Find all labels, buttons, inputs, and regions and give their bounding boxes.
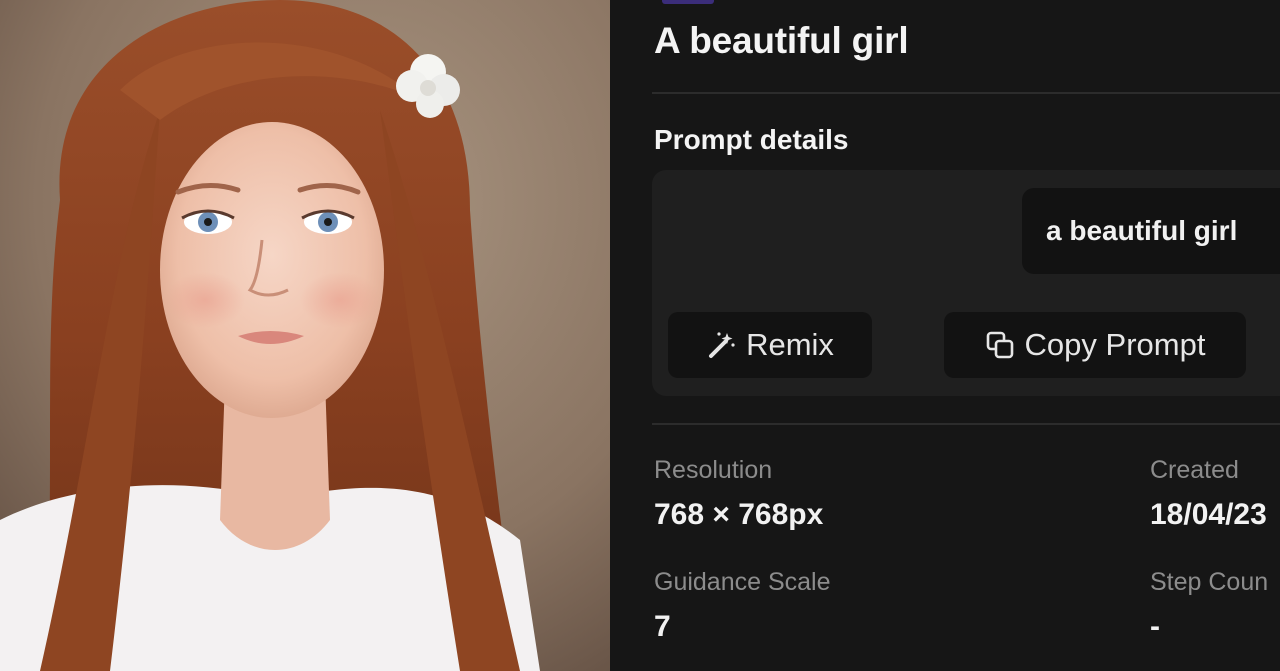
detail-panel: A beautiful girl Prompt details a beauti… — [610, 0, 1280, 671]
step-count-value: - — [1150, 610, 1160, 643]
app-window: A beautiful girl Prompt details a beauti… — [0, 0, 1280, 671]
portrait-image — [0, 0, 610, 671]
resolution-value: 768 × 768px — [654, 498, 824, 531]
divider — [652, 92, 1280, 94]
generated-image — [0, 0, 610, 671]
copy-icon — [985, 330, 1015, 360]
remix-button[interactable]: Remix — [668, 312, 872, 378]
guidance-scale-value: 7 — [654, 610, 671, 643]
prompt-bubble: a beautiful girl — [1022, 188, 1280, 274]
created-value: 18/04/23 — [1150, 498, 1267, 531]
prompt-details-heading: Prompt details — [654, 124, 849, 155]
created-label: Created — [1150, 456, 1239, 484]
page-title: A beautiful girl — [654, 20, 909, 61]
step-count-label: Step Coun — [1150, 568, 1269, 596]
divider — [652, 423, 1280, 425]
copy-prompt-label: Copy Prompt — [1024, 327, 1206, 362]
copy-prompt-button[interactable]: Copy Prompt — [944, 312, 1246, 378]
guidance-scale-label: Guidance Scale — [654, 568, 831, 596]
prompt-card: a beautiful girl Remix Copy Prompt — [652, 170, 1280, 396]
prompt-text: a beautiful girl — [1046, 215, 1238, 246]
title-accent — [662, 0, 714, 4]
resolution-label: Resolution — [654, 456, 773, 484]
remix-label: Remix — [746, 327, 834, 362]
magic-wand-icon — [706, 330, 736, 360]
